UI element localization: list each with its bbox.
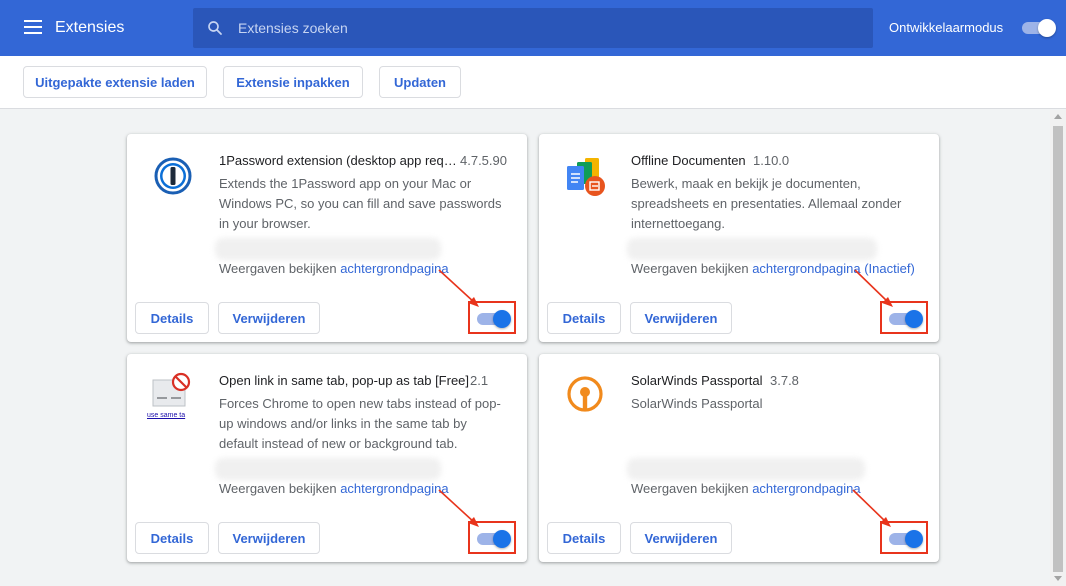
extension-description: Bewerk, maak en bekijk je documenten, sp…: [631, 176, 902, 231]
remove-button[interactable]: Verwijderen: [630, 522, 732, 554]
extension-name: Open link in same tab, pop-up as tab [Fr…: [219, 373, 470, 388]
extension-version: 4.7.5.90: [460, 153, 507, 168]
extension-description: Extends the 1Password app on your Mac or…: [219, 176, 502, 231]
devmode-label: Ontwikkelaarmodus: [889, 20, 1004, 35]
redacted-id: [215, 458, 441, 480]
dev-toolbar: Uitgepakte extensie laden Extensie inpak…: [0, 56, 1066, 109]
extension-name: Offline Documenten: [631, 153, 746, 168]
extension-description: Forces Chrome to open new tabs instead o…: [219, 396, 501, 451]
enable-toggle[interactable]: [477, 310, 511, 328]
extension-version: 2.1: [470, 373, 489, 388]
extension-card-passportal: SolarWinds Passportal 3.7.8 SolarWinds P…: [539, 354, 939, 562]
details-button[interactable]: Details: [547, 302, 621, 334]
details-button[interactable]: Details: [135, 302, 209, 334]
app-header: Extensies Ontwikkelaarmodus: [0, 0, 1066, 56]
remove-button[interactable]: Verwijderen: [218, 302, 320, 334]
enable-toggle[interactable]: [889, 530, 923, 548]
1password-icon: [154, 157, 192, 195]
remove-button[interactable]: Verwijderen: [218, 522, 320, 554]
redacted-id: [627, 238, 877, 260]
extension-version: 3.7.8: [770, 373, 799, 388]
enable-toggle[interactable]: [477, 530, 511, 548]
extension-card-1password: 1Password extension (desktop app require…: [127, 134, 527, 342]
search-input[interactable]: [238, 8, 858, 48]
annotation-highlight-box: [880, 301, 928, 334]
annotation-highlight-box: [468, 301, 516, 334]
extension-description: SolarWinds Passportal: [631, 396, 763, 411]
search-icon: [208, 21, 222, 35]
inspect-views: Weergaven bekijken achtergrondpagina: [631, 481, 861, 496]
annotation-highlight-box: [880, 521, 928, 554]
extension-version: 1.10.0: [753, 153, 790, 168]
inspect-views: Weergaven bekijken achtergrondpagina: [219, 261, 449, 276]
scroll-down-arrow-icon[interactable]: [1054, 576, 1062, 581]
extension-name: SolarWinds Passportal: [631, 373, 763, 388]
enable-toggle[interactable]: [889, 310, 923, 328]
annotation-highlight-box: [468, 521, 516, 554]
remove-button[interactable]: Verwijderen: [630, 302, 732, 334]
same-tab-icon: use same ta: [147, 372, 197, 420]
google-docs-offline-icon: [567, 158, 605, 196]
load-unpacked-button[interactable]: Uitgepakte extensie laden: [23, 66, 207, 98]
scrollbar[interactable]: [1050, 110, 1066, 586]
passportal-icon: [567, 376, 603, 412]
inspect-views: Weergaven bekijken achtergrondpagina: [219, 481, 449, 496]
extension-card-same-tab: use same ta Open link in same tab, pop-u…: [127, 354, 527, 562]
redacted-id: [215, 238, 441, 260]
extension-name: 1Password extension (desktop app require…: [219, 153, 457, 168]
details-button[interactable]: Details: [135, 522, 209, 554]
extension-card-offline-docs: Offline Documenten 1.10.0 Bewerk, maak e…: [539, 134, 939, 342]
page-title: Extensies: [55, 19, 125, 36]
details-button[interactable]: Details: [547, 522, 621, 554]
update-button[interactable]: Updaten: [379, 66, 461, 98]
pack-extension-button[interactable]: Extensie inpakken: [223, 66, 363, 98]
scroll-up-arrow-icon[interactable]: [1054, 114, 1062, 119]
devmode-toggle[interactable]: [1022, 19, 1056, 37]
menu-icon[interactable]: [24, 20, 42, 34]
scroll-thumb[interactable]: [1053, 126, 1063, 572]
redacted-id: [627, 458, 865, 480]
search-box[interactable]: [193, 8, 873, 48]
